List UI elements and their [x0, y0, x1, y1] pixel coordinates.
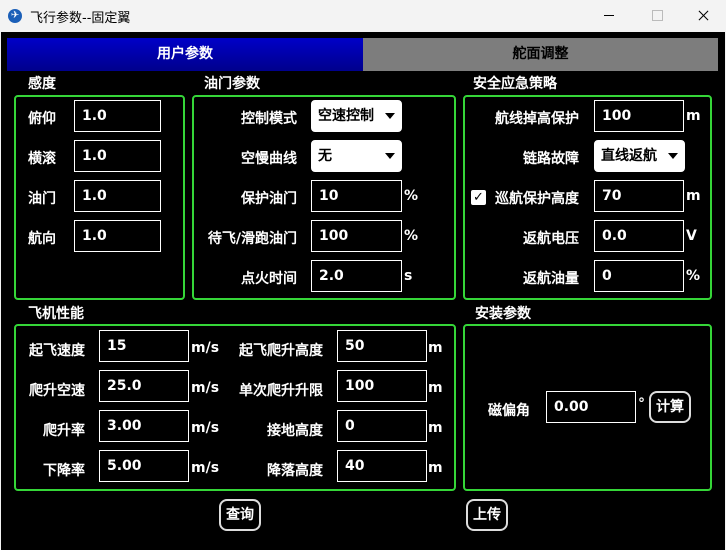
route-drop-label: 航线掉高保护: [495, 111, 579, 127]
minimize-icon[interactable]: [586, 0, 632, 32]
ignition-time-label: 点火时间: [241, 271, 297, 287]
protect-throttle-label: 保护油门: [241, 191, 297, 207]
climb-speed-unit: m/s: [191, 380, 220, 396]
chevron-down-icon: [668, 153, 678, 159]
landing-alt-input[interactable]: 40: [337, 450, 427, 482]
ground-alt-label: 接地高度: [267, 423, 323, 439]
roll-label: 横滚: [28, 151, 56, 167]
protect-throttle-input[interactable]: 10: [311, 180, 402, 212]
safety-title: 安全应急策略: [473, 76, 557, 92]
return-voltage-label: 返航电压: [523, 231, 579, 247]
mag-decl-unit: °: [638, 396, 645, 412]
window-title: 飞行参数--固定翼: [30, 11, 131, 26]
chevron-down-icon: [385, 113, 395, 119]
query-button[interactable]: 查询: [219, 499, 261, 531]
takeoff-climb-alt-label: 起飞爬升高度: [239, 343, 323, 359]
descent-rate-label: 下降率: [43, 463, 85, 479]
cruise-protect-input[interactable]: 70: [594, 180, 684, 212]
idle-curve-label: 空慢曲线: [241, 151, 297, 167]
tab-rudder-adjust[interactable]: 舵面调整: [363, 38, 718, 71]
return-voltage-unit: V: [686, 228, 697, 244]
throttle-sens-label: 油门: [28, 191, 56, 207]
standby-throttle-label: 待飞/滑跑油门: [207, 231, 297, 247]
descent-rate-unit: m/s: [191, 460, 220, 476]
link-fail-select[interactable]: 直线返航: [594, 140, 685, 172]
cruise-protect-checkbox[interactable]: ✓: [471, 190, 486, 205]
roll-input[interactable]: 1.0: [74, 140, 161, 172]
return-fuel-unit: %: [686, 268, 701, 284]
control-mode-value: 空速控制: [318, 108, 374, 124]
return-voltage-input[interactable]: 0.0: [594, 220, 684, 252]
climb-speed-label: 爬升空速: [29, 383, 85, 399]
title-bar: ✈ 飞行参数--固定翼: [0, 0, 726, 32]
takeoff-climb-alt-input[interactable]: 50: [337, 330, 427, 362]
protect-throttle-unit: %: [404, 188, 419, 204]
throttle-params-title: 油门参数: [204, 76, 260, 92]
climb-rate-unit: m/s: [191, 420, 220, 436]
pitch-label: 俯仰: [28, 111, 56, 127]
control-mode-select[interactable]: 空速控制: [311, 100, 402, 132]
close-icon[interactable]: [680, 0, 726, 32]
standby-throttle-unit: %: [404, 228, 419, 244]
mag-decl-input[interactable]: 0.00: [546, 391, 636, 423]
single-climb-limit-input[interactable]: 100: [337, 370, 427, 402]
takeoff-speed-unit: m/s: [191, 340, 220, 356]
idle-curve-select[interactable]: 无: [311, 140, 402, 172]
standby-throttle-input[interactable]: 100: [311, 220, 402, 252]
single-climb-limit-label: 单次爬升升限: [239, 383, 323, 399]
yaw-label: 航向: [28, 231, 56, 247]
link-fail-label: 链路故障: [523, 151, 579, 167]
cruise-protect-unit: m: [686, 188, 701, 204]
single-climb-limit-unit: m: [428, 380, 443, 396]
throttle-sens-input[interactable]: 1.0: [74, 180, 161, 212]
maximize-icon[interactable]: [634, 0, 680, 32]
ground-alt-input[interactable]: 0: [337, 410, 427, 442]
mag-decl-label: 磁偏角: [488, 403, 530, 419]
route-drop-input[interactable]: 100: [594, 100, 684, 132]
sensitivity-title: 感度: [28, 76, 56, 92]
climb-rate-label: 爬升率: [43, 423, 85, 439]
calculate-button[interactable]: 计算: [649, 391, 691, 423]
return-fuel-label: 返航油量: [523, 271, 579, 287]
app-logo-icon: ✈: [8, 9, 22, 23]
climb-rate-input[interactable]: 3.00: [99, 410, 189, 442]
takeoff-climb-alt-unit: m: [428, 340, 443, 356]
idle-curve-value: 无: [318, 148, 332, 164]
climb-speed-input[interactable]: 25.0: [99, 370, 189, 402]
pitch-input[interactable]: 1.0: [74, 100, 161, 132]
main-content: 用户参数 舵面调整 感度 俯仰 1.0 横滚 1.0 油门 1.0 航向 1.0…: [1, 32, 725, 550]
ignition-time-unit: s: [404, 268, 413, 284]
control-mode-label: 控制模式: [241, 111, 297, 127]
landing-alt-unit: m: [428, 460, 443, 476]
yaw-input[interactable]: 1.0: [74, 220, 161, 252]
chevron-down-icon: [385, 153, 395, 159]
descent-rate-input[interactable]: 5.00: [99, 450, 189, 482]
link-fail-value: 直线返航: [601, 148, 657, 164]
upload-button[interactable]: 上传: [466, 499, 508, 531]
performance-title: 飞机性能: [28, 306, 84, 322]
landing-alt-label: 降落高度: [267, 463, 323, 479]
route-drop-unit: m: [686, 108, 701, 124]
takeoff-speed-input[interactable]: 15: [99, 330, 189, 362]
tab-user-params[interactable]: 用户参数: [7, 38, 363, 71]
cruise-protect-label: 巡航保护高度: [495, 191, 579, 207]
ignition-time-input[interactable]: 2.0: [311, 260, 402, 292]
ground-alt-unit: m: [428, 420, 443, 436]
install-title: 安装参数: [475, 306, 531, 322]
return-fuel-input[interactable]: 0: [594, 260, 684, 292]
takeoff-speed-label: 起飞速度: [29, 343, 85, 359]
